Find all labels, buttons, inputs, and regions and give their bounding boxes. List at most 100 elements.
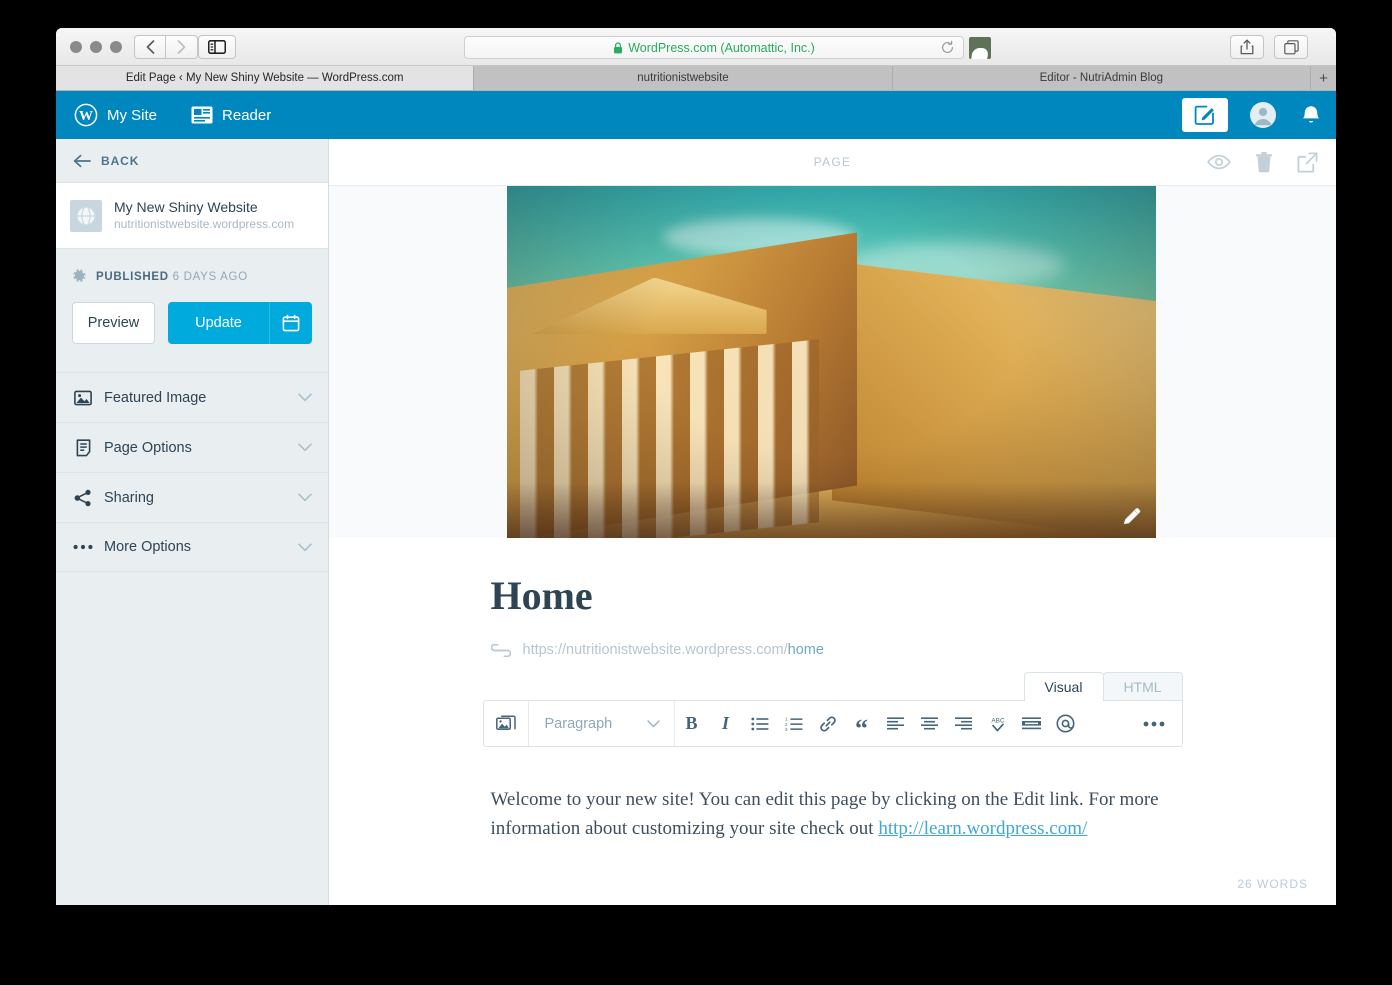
sidebar-toggle-icon <box>208 40 226 54</box>
sidebar-toggle-button[interactable] <box>198 35 236 59</box>
paragraph-format-select[interactable]: Paragraph <box>529 701 675 746</box>
forward-button[interactable] <box>166 35 198 59</box>
chevron-down-icon[interactable] <box>298 543 312 552</box>
new-tab-button[interactable]: + <box>1310 66 1336 90</box>
browser-tab-1[interactable]: nutritionistwebsite <box>474 66 893 90</box>
page-type-label: PAGE <box>813 155 852 169</box>
nav-my-site[interactable]: W My Site <box>74 103 157 127</box>
bell-icon <box>1300 104 1322 126</box>
italic-icon[interactable]: I <box>709 701 743 746</box>
align-right-icon[interactable] <box>947 701 981 746</box>
featured-image-area <box>329 186 1336 538</box>
editor-sidebar: BACK My New Shiny Website nutritionistwe… <box>56 139 329 905</box>
browser-window: WordPress.com (Automattic, Inc.) Edit Pa… <box>56 28 1336 905</box>
eye-icon[interactable] <box>1207 154 1231 170</box>
tab-visual[interactable]: Visual <box>1023 672 1104 701</box>
back-button[interactable] <box>134 35 166 59</box>
editor-topbar: PAGE <box>329 139 1336 186</box>
sidebar-item-sharing[interactable]: Sharing <box>56 472 328 522</box>
toolbar-more-icon[interactable] <box>1126 701 1182 746</box>
numbered-list-icon[interactable]: 1 2 3 <box>777 701 811 746</box>
external-link-icon[interactable] <box>1297 152 1318 173</box>
app-body: BACK My New Shiny Website nutritionistwe… <box>56 139 1336 905</box>
wordpress-logo-icon: W <box>74 103 98 127</box>
avatar-icon <box>1250 102 1276 128</box>
sidebar-item-label: Sharing <box>104 489 154 506</box>
bulleted-list-icon[interactable] <box>743 701 777 746</box>
share-button[interactable] <box>1230 35 1264 59</box>
new-post-button[interactable] <box>1182 98 1228 132</box>
permalink-slug[interactable]: home <box>788 642 824 658</box>
read-more-icon[interactable] <box>1015 701 1049 746</box>
post-content-link[interactable]: http://learn.wordpress.com/ <box>878 818 1087 839</box>
permalink-base: https://nutritionistwebsite.wordpress.co… <box>522 642 788 658</box>
sidebar-item-page-options[interactable]: Page Options <box>56 422 328 472</box>
window-maximize-button[interactable] <box>110 41 122 53</box>
globe-icon <box>70 199 102 232</box>
chevron-down-icon <box>646 719 660 728</box>
publish-status-when: 6 DAYS AGO <box>172 270 248 283</box>
gear-icon <box>72 269 87 284</box>
link-icon[interactable] <box>811 701 845 746</box>
account-avatar-button[interactable] <box>1250 102 1276 128</box>
document-area: Home https://nutritionistwebsite.wordpre… <box>329 538 1336 844</box>
site-summary[interactable]: My New Shiny Website nutritionistwebsite… <box>56 183 328 249</box>
address-bar[interactable]: WordPress.com (Automattic, Inc.) <box>464 36 964 59</box>
window-minimize-button[interactable] <box>90 41 102 53</box>
blockquote-icon[interactable]: “ <box>845 701 879 746</box>
align-center-icon[interactable] <box>913 701 947 746</box>
nav-my-site-label: My Site <box>107 106 158 124</box>
mention-icon[interactable] <box>1049 701 1083 746</box>
post-title[interactable]: Home <box>483 574 1183 618</box>
notifications-button[interactable] <box>1300 104 1322 126</box>
bold-icon[interactable]: B <box>675 701 709 746</box>
post-content[interactable]: Welcome to your new site! You can edit t… <box>483 747 1183 844</box>
chevron-down-icon[interactable] <box>298 393 312 402</box>
editor-topbar-actions <box>1207 151 1318 173</box>
pencil-icon[interactable] <box>1120 504 1144 528</box>
update-button-group: Update <box>168 302 312 344</box>
navigation-buttons <box>134 35 198 59</box>
browser-tab-0[interactable]: Edit Page ‹ My New Shiny Website — WordP… <box>56 66 475 90</box>
tab-html[interactable]: HTML <box>1102 672 1183 701</box>
document-icon <box>72 438 94 457</box>
tab-overview-button[interactable] <box>1274 35 1308 59</box>
align-left-icon[interactable] <box>879 701 913 746</box>
window-close-button[interactable] <box>70 41 82 53</box>
schedule-button[interactable] <box>269 302 312 344</box>
sidebar-item-label: Page Options <box>104 439 192 456</box>
publish-status-row: PUBLISHED 6 DAYS AGO <box>56 249 328 284</box>
svg-text:W: W <box>79 109 93 124</box>
share-icon <box>1240 39 1254 55</box>
reload-icon[interactable] <box>940 40 955 55</box>
sidebar-panels: Featured Image Page Options Sharing More… <box>56 372 328 572</box>
reader-icon <box>191 106 213 124</box>
svg-text:ABC: ABC <box>991 717 1005 724</box>
featured-image[interactable] <box>507 186 1156 538</box>
back-label: BACK <box>101 153 140 168</box>
chevron-down-icon[interactable] <box>298 443 312 452</box>
permalink-row[interactable]: https://nutritionistwebsite.wordpress.co… <box>483 642 1183 658</box>
permalink-text: https://nutritionistwebsite.wordpress.co… <box>523 642 824 658</box>
browser-titlebar: WordPress.com (Automattic, Inc.) <box>56 28 1336 66</box>
editor-mode-tabs: Visual HTML <box>483 672 1183 701</box>
add-media-icon[interactable] <box>484 701 529 746</box>
sidebar-item-more-options[interactable]: More Options <box>56 522 328 572</box>
trash-icon[interactable] <box>1255 151 1273 173</box>
sidebar-item-featured-image[interactable]: Featured Image <box>56 372 328 422</box>
site-favicon <box>969 37 991 59</box>
browser-tab-2[interactable]: Editor - NutriAdmin Blog <box>892 66 1311 90</box>
calendar-icon <box>282 314 300 332</box>
nav-reader-label: Reader <box>222 106 272 124</box>
chevron-left-icon <box>146 40 155 54</box>
site-title: My New Shiny Website <box>114 199 258 215</box>
nav-reader[interactable]: Reader <box>191 106 271 124</box>
publish-status-state: PUBLISHED <box>96 270 169 283</box>
back-button-row[interactable]: BACK <box>56 139 328 183</box>
paragraph-format-label: Paragraph <box>544 715 613 732</box>
update-button[interactable]: Update <box>168 302 269 344</box>
wordpress-admin-bar: W My Site Reader <box>56 91 1336 139</box>
spellcheck-icon[interactable]: ABC <box>981 701 1015 746</box>
chevron-down-icon[interactable] <box>298 493 312 502</box>
preview-button[interactable]: Preview <box>72 302 155 344</box>
